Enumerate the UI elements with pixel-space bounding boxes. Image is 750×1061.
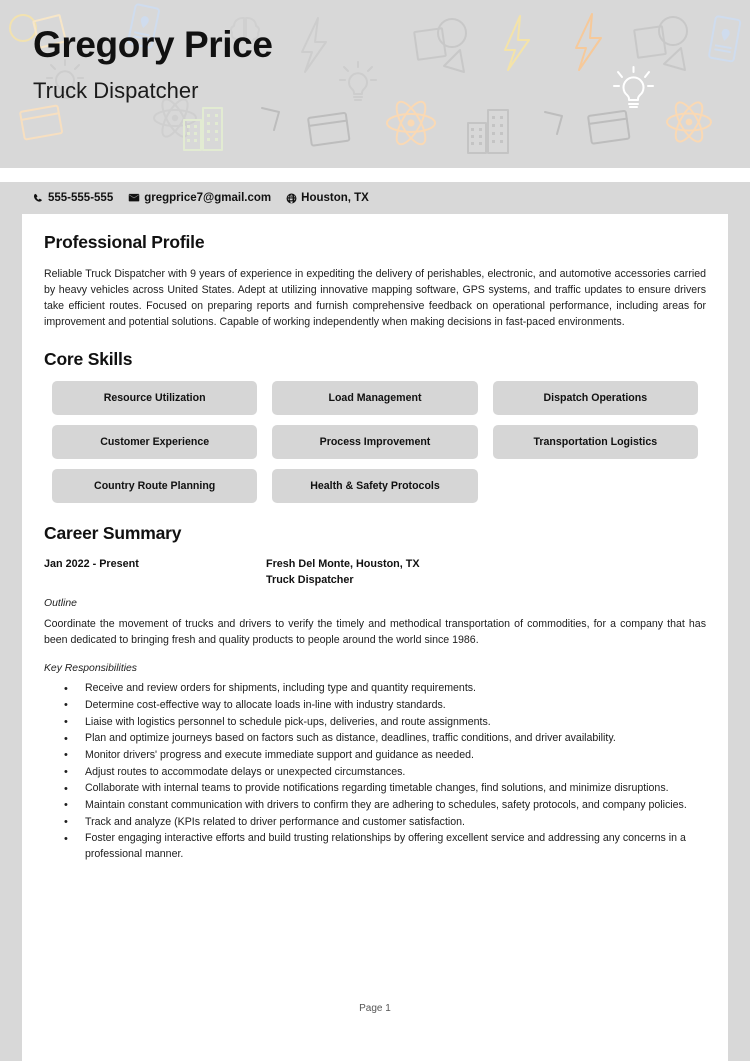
professional-profile-heading: Professional Profile — [44, 232, 205, 252]
responsibility-item: Foster engaging interactive efforts and … — [64, 831, 706, 862]
triangle-icon — [443, 49, 465, 73]
skill-pill: Customer Experience — [52, 425, 258, 460]
professional-profile-section: Professional Profile Reliable Truck Disp… — [44, 232, 706, 330]
skill-pill: Load Management — [272, 381, 478, 416]
envelope-icon — [128, 193, 140, 202]
atom-icon — [386, 100, 436, 146]
header-text-block: Gregory Price Truck Dispatcher — [33, 24, 273, 103]
square-icon — [633, 25, 667, 59]
responsibility-item: Receive and review orders for shipments,… — [64, 681, 706, 697]
responsibility-item: Maintain constant communication with dri… — [64, 797, 706, 814]
contact-phone[interactable]: 555-555-555 — [33, 192, 113, 204]
candidate-job-title: Truck Dispatcher — [33, 77, 199, 103]
resume-sheet: Professional Profile Reliable Truck Disp… — [22, 214, 728, 1061]
phone-icon — [33, 193, 42, 202]
header-gutter — [0, 168, 750, 182]
circle-icon — [437, 18, 467, 48]
responsibility-item: Adjust routes to accommodate delays or u… — [64, 764, 706, 781]
page-number: Page 1 — [359, 1003, 391, 1014]
skill-pill: Process Improvement — [272, 425, 478, 460]
core-skills-grid: Resource Utilization Load Management Dispa… — [44, 381, 706, 504]
skill-pill: Resource Utilization — [52, 381, 258, 416]
skill-pill: Country Route Planning — [52, 469, 258, 504]
outline-text: Coordinate the movement of trucks and dr… — [44, 618, 706, 647]
core-skills-heading: Core Skills — [44, 349, 133, 370]
job-dates: Jan 2022 - Present — [44, 558, 139, 571]
responsibility-item: Collaborate with internal teams to provi… — [64, 781, 706, 797]
globe-icon — [286, 193, 297, 203]
lightbulb-icon — [613, 66, 654, 108]
contact-band: 555-555-555 gregprice7@gmail.com Houston… — [0, 182, 750, 214]
key-responsibilities-list: Receive and review orders for shipments,… — [44, 681, 706, 862]
browser-window-icon — [19, 104, 63, 141]
chevron-icon — [544, 111, 563, 135]
phone-location-icon — [708, 15, 742, 63]
job-company-role: Fresh Del Monte, Houston, TX Truck Dispa… — [266, 557, 420, 588]
resume-header-banner: Gregory Price Truck Dispatcher — [0, 0, 750, 168]
lightning-bolt-icon — [301, 17, 327, 73]
buildings-icon — [467, 109, 509, 154]
contact-email-text: gregprice7@gmail.com — [144, 192, 272, 204]
responsibility-item: Liaise with logistics personnel to sched… — [64, 714, 706, 731]
atom-icon — [666, 101, 712, 143]
job-role: Truck Dispatcher — [266, 573, 354, 586]
circle-icon — [658, 16, 688, 46]
professional-profile-text: Reliable Truck Dispatcher with 9 years o… — [44, 268, 706, 329]
contact-location-text: Houston, TX — [301, 192, 369, 204]
lightning-bolt-icon — [504, 15, 530, 71]
job-header: Jan 2022 - Present Fresh Del Monte, Hous… — [44, 557, 706, 588]
career-summary-heading: Career Summary — [44, 523, 182, 544]
responsibility-item: Determine cost-effective way to allocate… — [64, 697, 706, 714]
lightbulb-icon — [339, 61, 377, 101]
square-icon — [413, 27, 447, 61]
skill-pill: Health & Safety Protocols — [272, 469, 478, 504]
lightning-bolt-icon — [575, 13, 602, 71]
contact-phone-text: 555-555-555 — [48, 192, 114, 204]
key-responsibilities-label: Key Responsibilities — [44, 663, 137, 675]
responsibility-item: Monitor drivers' progress and execute im… — [64, 747, 706, 764]
browser-window-icon — [307, 111, 351, 147]
browser-window-icon — [587, 109, 631, 145]
skill-pill: Transportation Logistics — [492, 425, 698, 460]
responsibility-item: Track and analyze (KPIs related to drive… — [64, 814, 706, 831]
triangle-icon — [663, 47, 686, 71]
core-skills-section: Core Skills Resource Utilization Load Man… — [44, 349, 706, 504]
skill-pill: Dispatch Operations — [492, 381, 698, 416]
responsibility-item: Plan and optimize journeys based on fact… — [64, 731, 706, 747]
buildings-icon — [183, 107, 223, 151]
candidate-name: Gregory Price — [33, 24, 273, 65]
career-summary-section: Career Summary Jan 2022 - Present Fresh … — [44, 523, 706, 862]
outline-label: Outline — [44, 598, 77, 610]
job-company: Fresh Del Monte, Houston, TX — [266, 558, 420, 571]
contact-location[interactable]: Houston, TX — [286, 192, 369, 204]
chevron-icon — [261, 107, 280, 131]
contact-email[interactable]: gregprice7@gmail.com — [128, 192, 271, 204]
